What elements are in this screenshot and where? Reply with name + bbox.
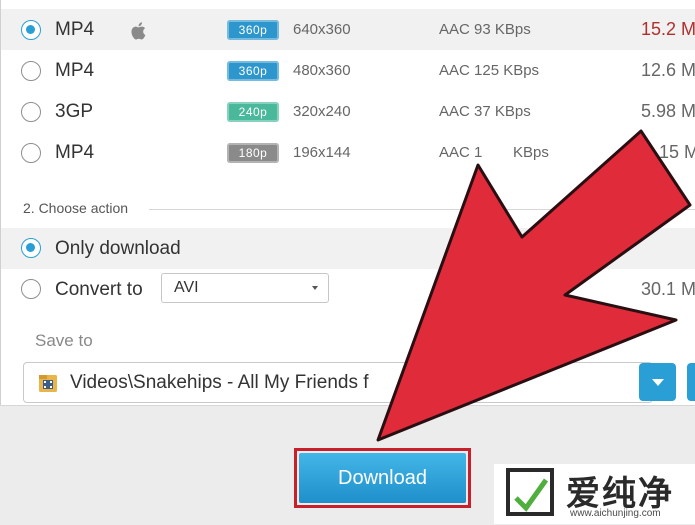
watermark: 爱纯净 www.aichunjing.com <box>494 464 695 524</box>
watermark-logo-icon <box>506 468 554 516</box>
watermark-url: www.aichunjing.com <box>570 508 661 519</box>
red-arrow-annotation <box>376 129 692 442</box>
